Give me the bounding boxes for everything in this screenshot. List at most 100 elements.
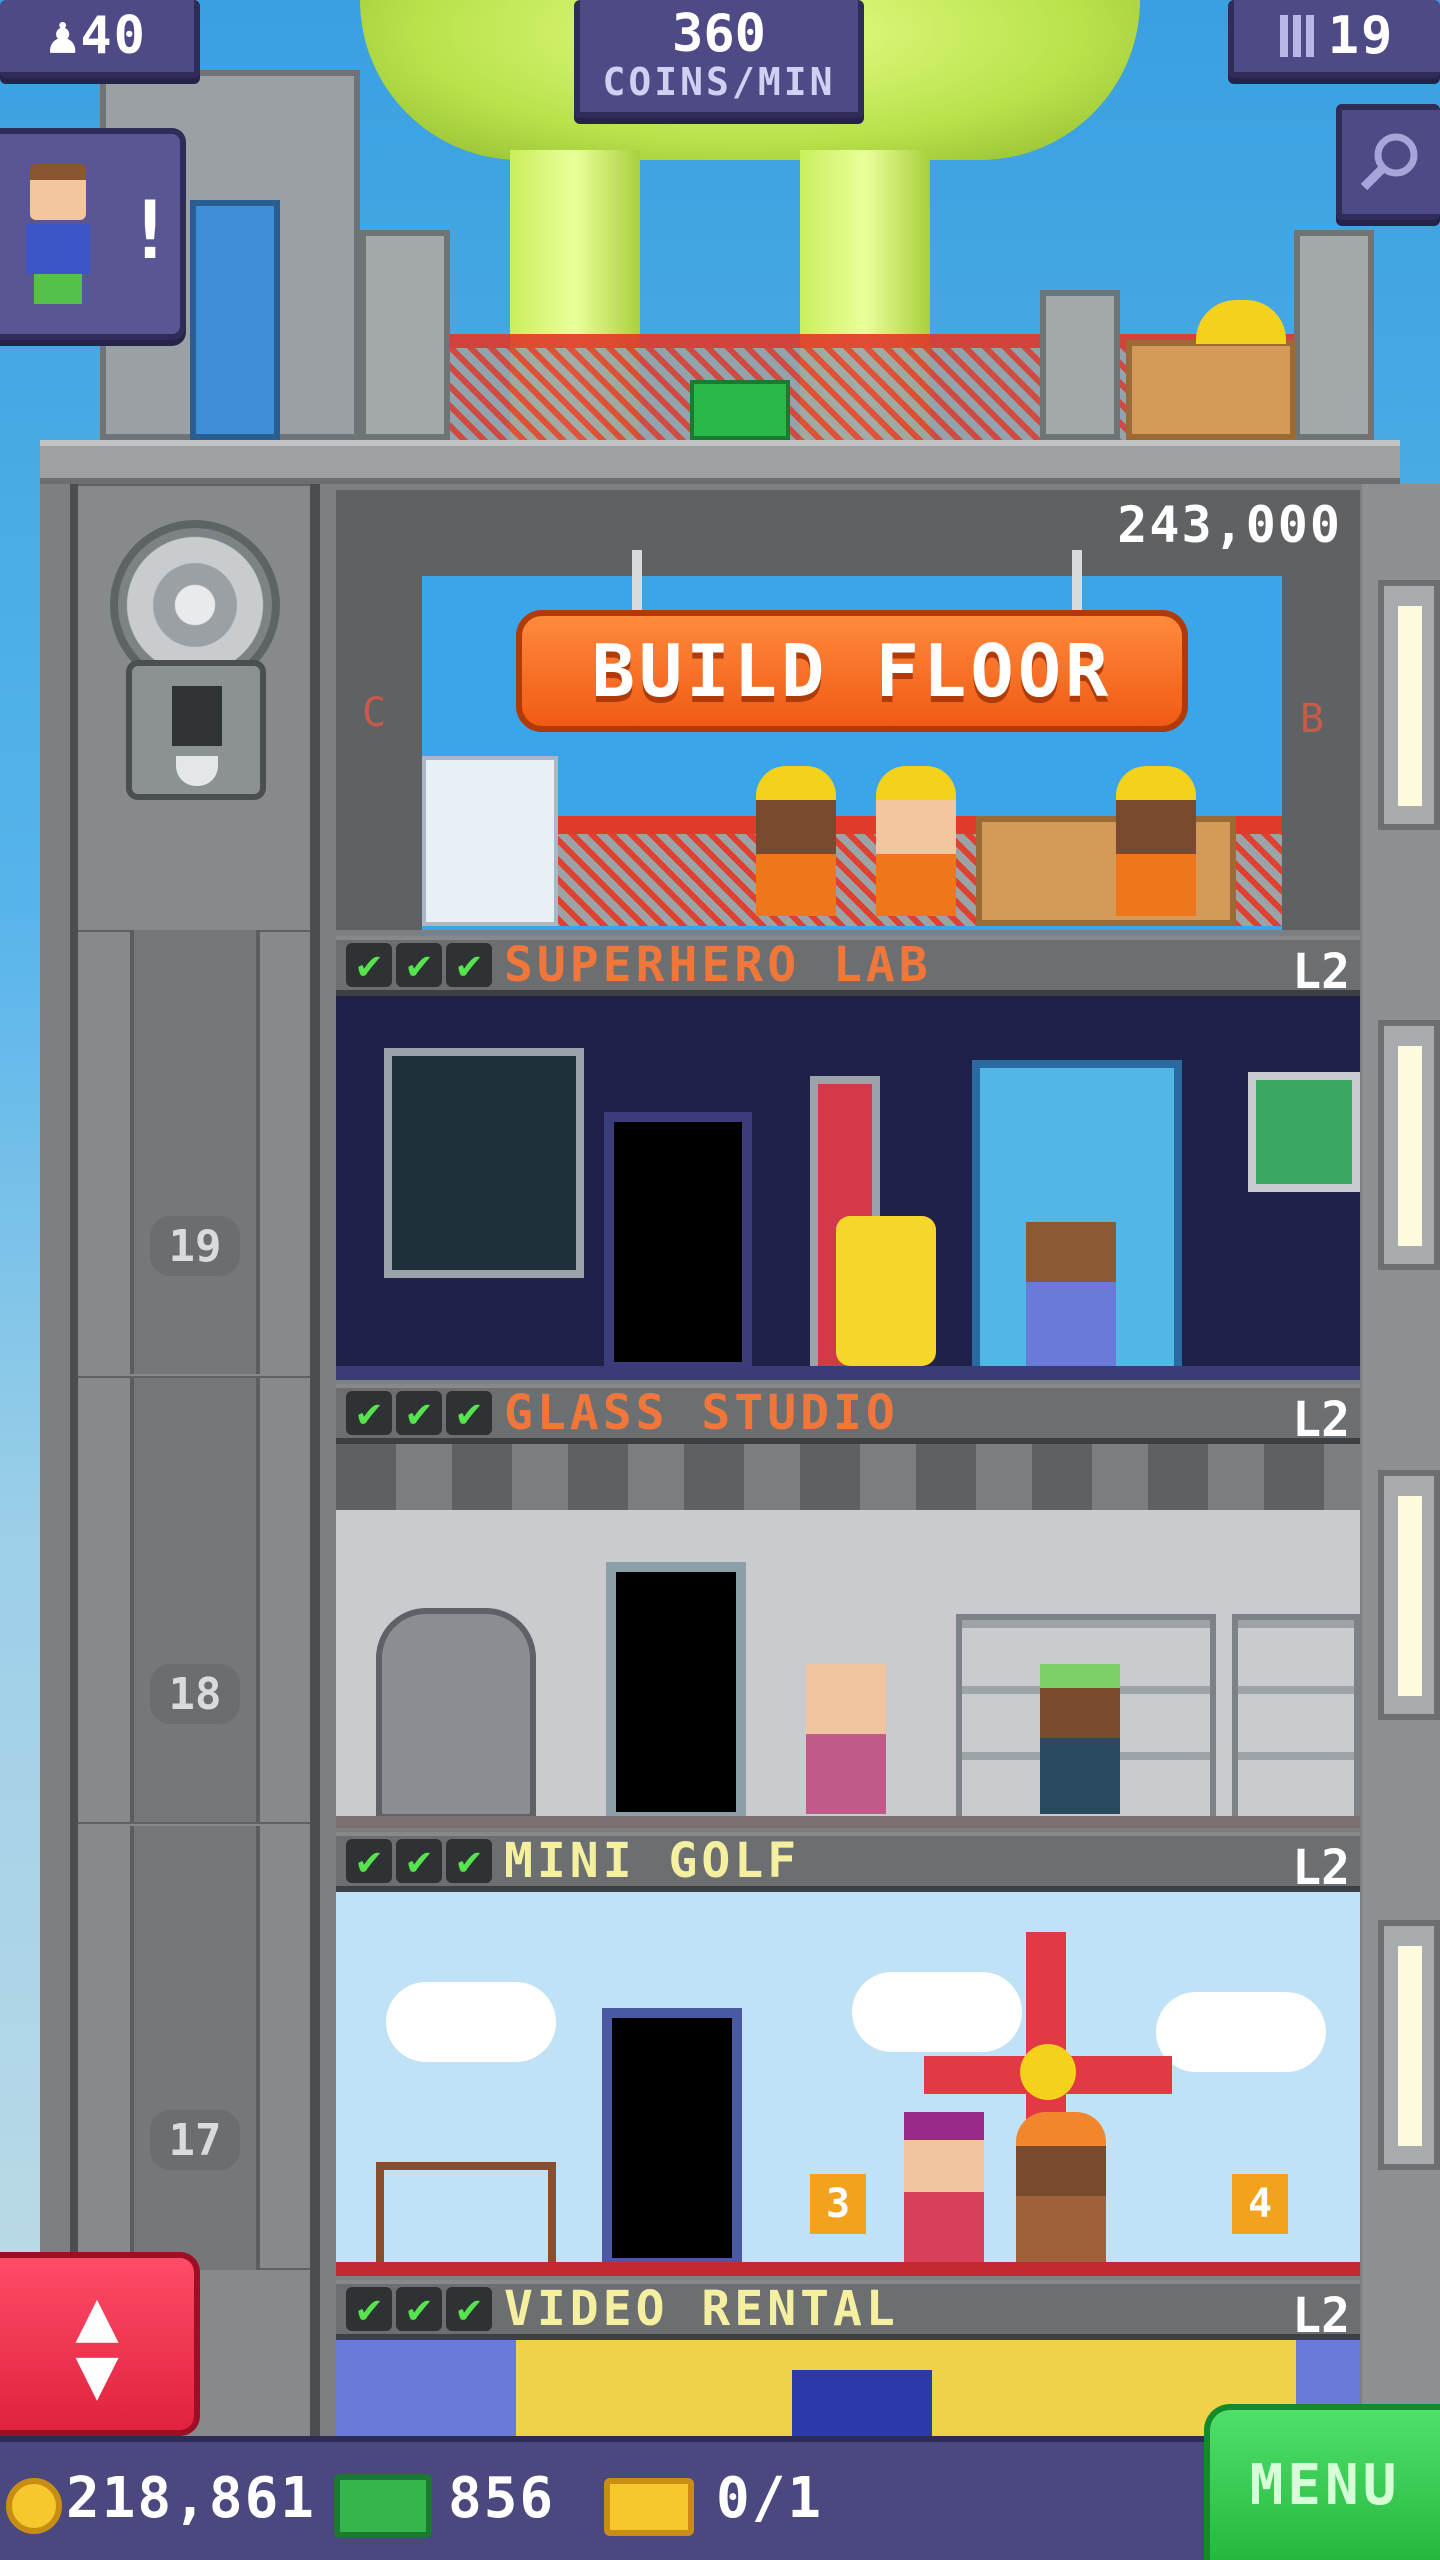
cloud-icon <box>1156 1992 1326 2072</box>
check-icon: ✔ <box>346 1838 392 1884</box>
visitor-avatar <box>26 164 90 304</box>
coin-icon <box>6 2478 62 2534</box>
check-icon: ✔ <box>396 1390 442 1436</box>
floor-label-video-rental[interactable]: ✔ ✔ ✔ VIDEO RENTAL L2 <box>336 2280 1360 2344</box>
floor-name: MINI GOLF <box>504 1833 801 1889</box>
elevator-car[interactable] <box>126 660 266 800</box>
floor-stock-checks: ✔ ✔ ✔ <box>346 1838 492 1884</box>
coins-balance: 218,861 <box>66 2466 317 2531</box>
coins-per-min-value: 360 <box>672 4 766 64</box>
check-icon: ✔ <box>446 1838 492 1884</box>
floor-name: SUPERHERO LAB <box>504 937 932 993</box>
lab-visitor-pikachu <box>836 1216 936 1366</box>
tickets-balance: 0/1 <box>716 2466 824 2531</box>
alert-icon: ! <box>126 184 175 277</box>
room-superhero-lab[interactable] <box>336 996 1360 1380</box>
rooftop-door <box>190 200 280 440</box>
floor-level: L2 <box>1292 1840 1350 1896</box>
shaft-floor <box>130 930 260 1374</box>
check-icon: ✔ <box>346 2286 392 2332</box>
video-rental-sign <box>792 2370 932 2436</box>
cloud-icon <box>852 1972 1022 2052</box>
floors-counter[interactable]: 19 <box>1228 0 1440 78</box>
studio-shelf <box>1232 1614 1360 1824</box>
construction-worker <box>756 766 836 916</box>
lab-map-screen <box>1248 1072 1360 1192</box>
studio-door <box>606 1562 746 1822</box>
elevator-side-label: B <box>1299 696 1324 742</box>
lab-door <box>604 1112 752 1372</box>
floor-name: GLASS STUDIO <box>504 1385 899 1441</box>
building-icon <box>1279 15 1314 57</box>
arrow-down-icon: ▼ <box>75 2331 119 2415</box>
tower-window <box>1378 1920 1440 2170</box>
windmill-hub <box>1020 2044 1076 2100</box>
lab-floor <box>336 1366 1360 1380</box>
golf-club-rack <box>376 2162 556 2262</box>
rooftop-pillar <box>1294 230 1374 440</box>
room-glass-studio[interactable] <box>336 1444 1360 1828</box>
bux-balance: 856 <box>448 2466 556 2531</box>
tower-window <box>1378 1470 1440 1720</box>
hard-hat-icon <box>1196 300 1286 344</box>
floor-stock-checks: ✔ ✔ ✔ <box>346 2286 492 2332</box>
floor-label-glass-studio[interactable]: ✔ ✔ ✔ GLASS STUDIO L2 <box>336 1384 1360 1448</box>
studio-visitor <box>806 1664 886 1814</box>
population-counter[interactable]: ♟ 40 <box>0 0 200 78</box>
vip-visitor-alert[interactable]: ! <box>0 128 186 340</box>
golf-door <box>602 2008 742 2268</box>
golf-floor <box>336 2262 1360 2276</box>
construction-glass-panel <box>422 756 558 926</box>
golf-hole-flag: 3 <box>810 2174 866 2234</box>
studio-worker <box>1040 1664 1120 1814</box>
floor-level: L2 <box>1292 944 1350 1000</box>
elevator-button[interactable]: ▲ ▼ <box>0 2252 200 2436</box>
golf-hole-flag: 4 <box>1232 2174 1288 2234</box>
studio-floor <box>336 1816 1360 1828</box>
construction-worker <box>1116 766 1196 916</box>
construction-floor[interactable]: 243,000 BUILD FLOOR C B <box>336 490 1360 930</box>
lamp-icon <box>1072 550 1082 610</box>
population-value: 40 <box>80 6 147 66</box>
check-icon: ✔ <box>346 942 392 988</box>
lab-monitor <box>384 1048 584 1278</box>
construction-crate <box>976 816 1236 926</box>
floors-value: 19 <box>1327 6 1395 66</box>
coins-per-min-unit: COINS/MIN <box>602 60 836 104</box>
floor-name: VIDEO RENTAL <box>504 2281 899 2337</box>
zoom-button[interactable] <box>1336 104 1440 220</box>
floor-label-superhero-lab[interactable]: ✔ ✔ ✔ SUPERHERO LAB L2 <box>336 936 1360 1000</box>
elevator-floor-number: 17 <box>150 2110 240 2170</box>
roof-slab <box>40 440 1400 484</box>
elevator-side-label: C <box>362 690 387 736</box>
coins-per-min-display: 360 COINS/MIN <box>574 0 864 118</box>
magnifier-icon <box>1360 133 1418 191</box>
build-floor-button[interactable]: BUILD FLOOR <box>516 610 1188 732</box>
tower-window <box>1378 580 1440 830</box>
check-icon: ✔ <box>446 942 492 988</box>
golf-worker <box>1016 2112 1106 2262</box>
shaft-floor <box>130 1378 260 1822</box>
studio-kiln <box>376 1608 536 1820</box>
cloud-icon <box>386 1982 556 2062</box>
floor-stock-checks: ✔ ✔ ✔ <box>346 942 492 988</box>
studio-ceiling <box>336 1444 1360 1510</box>
floor-label-mini-golf[interactable]: ✔ ✔ ✔ MINI GOLF L2 <box>336 1832 1360 1896</box>
room-mini-golf[interactable]: 3 4 <box>336 1892 1360 2276</box>
bux-icon <box>334 2474 432 2538</box>
rooftop-pillar <box>1040 290 1120 440</box>
floor-stock-checks: ✔ ✔ ✔ <box>346 1390 492 1436</box>
check-icon: ✔ <box>396 1838 442 1884</box>
check-icon: ✔ <box>346 1390 392 1436</box>
floor-level: L2 <box>1292 1392 1350 1448</box>
shaft-floor <box>130 1826 260 2270</box>
lab-worker <box>1026 1222 1116 1372</box>
check-icon: ✔ <box>396 2286 442 2332</box>
build-floor-cost: 243,000 <box>1117 496 1342 554</box>
ticket-icon <box>604 2478 694 2536</box>
toolbox-icon <box>690 380 790 440</box>
tower-window <box>1378 1020 1440 1270</box>
check-icon: ✔ <box>446 1390 492 1436</box>
construction-worker <box>876 766 956 916</box>
menu-button[interactable]: MENU <box>1204 2404 1440 2560</box>
